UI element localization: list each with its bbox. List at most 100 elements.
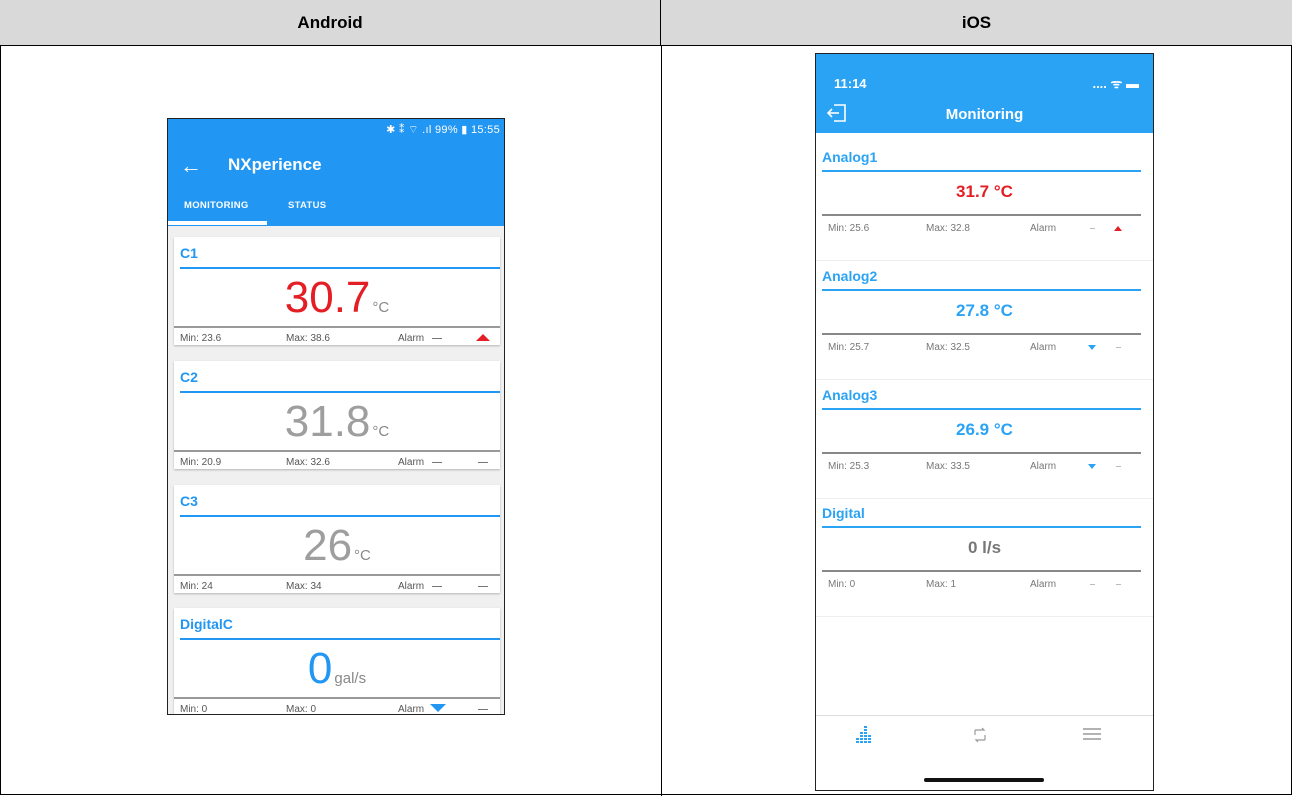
- min-label: Min: 25.3: [828, 461, 870, 472]
- alarm-high-indicator: [476, 581, 490, 592]
- alarm-high-indicator: [1112, 342, 1124, 353]
- dash-icon: [478, 708, 488, 710]
- app-title: NXperience: [228, 155, 322, 174]
- dash-icon: [432, 337, 442, 339]
- android-screenshot: ✱ ⁑ ⌔ .ıl 99% ▮ 15:55 ← NXperience MONIT…: [167, 118, 505, 715]
- arrow-left-icon[interactable]: ←: [180, 153, 202, 179]
- triangle-down-icon: [1088, 464, 1096, 469]
- min-label: Min: 0: [828, 579, 856, 590]
- channel-name: C2: [180, 369, 198, 385]
- dash-icon: [1089, 583, 1095, 585]
- name-underline: [180, 267, 500, 269]
- monitor-card: DigitalC 0 gal/s Min: 0 Max: 0 Alarm: [174, 608, 500, 715]
- min-label: Min: 25.6: [828, 223, 870, 234]
- reading-unit: °C: [354, 547, 371, 564]
- reading: 26 °C: [174, 521, 500, 571]
- reading-value: 30.7: [284, 273, 371, 322]
- monitor-card: C1 30.7 °C Min: 23.6 Max: 38.6 Alarm: [174, 237, 500, 345]
- max-label: Max: 32.5: [926, 342, 970, 353]
- alarm-high-indicator: [1112, 461, 1124, 472]
- home-indicator: [924, 778, 1044, 782]
- sync-icon[interactable]: [972, 726, 1002, 746]
- name-underline: [822, 170, 1141, 172]
- triangle-down-icon: [430, 704, 446, 712]
- monitor-section: Analog2 27.8 °C Min: 25.7 Max: 32.5 Alarm: [816, 261, 1153, 380]
- reading-unit: °C: [372, 299, 390, 316]
- name-underline: [180, 515, 500, 517]
- dash-icon: [432, 585, 442, 587]
- channel-name: C3: [180, 493, 198, 509]
- alarm-low-indicator: [1086, 342, 1098, 353]
- alarm-high-indicator: [476, 457, 490, 468]
- status-bar: ✱ ⁑ ⌔ .ıl 99% ▮ 15:55: [386, 124, 500, 136]
- max-label: Max: 34: [286, 581, 322, 592]
- alarm-low-indicator: [1086, 461, 1098, 472]
- name-underline: [180, 638, 500, 640]
- max-label: Max: 1: [926, 579, 957, 590]
- tab-bar-divider: [816, 715, 1153, 716]
- dash-icon: [1089, 227, 1095, 229]
- dash-icon: [1115, 583, 1121, 585]
- triangle-up-icon: [476, 334, 490, 341]
- reading-unit: gal/s: [334, 670, 367, 687]
- monitoring-chart-icon[interactable]: [856, 726, 886, 746]
- triangle-down-icon: [1088, 345, 1096, 350]
- reading: 31.8 °C: [174, 397, 500, 447]
- value-underline: [174, 697, 500, 699]
- alarm-label: Alarm: [398, 333, 425, 344]
- header-android: Android: [0, 0, 661, 46]
- dash-icon: [1115, 465, 1121, 467]
- monitor-section: Digital 0 l/s Min: 0 Max: 1 Alarm: [816, 498, 1153, 617]
- triangle-up-icon: [1114, 226, 1122, 231]
- nav-title: Monitoring: [945, 106, 1024, 123]
- min-label: Min: 0: [180, 704, 208, 715]
- alarm-low-indicator: [430, 457, 444, 468]
- reading-value: 0 l/s: [967, 538, 1002, 557]
- alarm-high-indicator: [1112, 579, 1124, 590]
- alarm-low-indicator: [430, 333, 444, 344]
- channel-name: Digital: [822, 505, 865, 521]
- alarm-low-indicator: [430, 704, 446, 714]
- alarm-low-indicator: [430, 581, 444, 592]
- dash-icon: [478, 461, 488, 463]
- monitor-card: C3 26 °C Min: 24 Max: 34 Alarm: [174, 485, 500, 593]
- menu-icon[interactable]: [1082, 726, 1112, 746]
- reading-unit: °C: [372, 423, 390, 440]
- value-underline: [822, 214, 1141, 216]
- alarm-label: Alarm: [1030, 579, 1057, 590]
- reading-value: 27.8 °C: [956, 301, 1013, 320]
- monitor-section: Analog3 26.9 °C Min: 25.3 Max: 33.5 Alarm: [816, 380, 1153, 499]
- channel-name: C1: [180, 245, 198, 261]
- reading-value: 26: [303, 521, 353, 570]
- alarm-high-indicator: [476, 333, 490, 344]
- status-time: 11:14: [834, 76, 867, 91]
- alarm-high-indicator: [1112, 223, 1124, 234]
- alarm-label: Alarm: [1030, 342, 1057, 353]
- dash-icon: [1115, 346, 1121, 348]
- tab-monitoring[interactable]: MONITORING: [184, 200, 249, 211]
- alarm-high-indicator: [476, 704, 490, 714]
- value-underline: [822, 570, 1141, 572]
- reading-value: 0: [307, 644, 333, 693]
- value-underline: [822, 333, 1141, 335]
- reading-value: 31.7 °C: [956, 182, 1013, 201]
- min-label: Min: 23.6: [180, 333, 222, 344]
- value-underline: [174, 326, 500, 328]
- monitor-section: Analog1 31.7 °C Min: 25.6 Max: 32.8 Alarm: [816, 142, 1153, 261]
- channel-name: DigitalC: [180, 616, 233, 632]
- value-underline: [174, 574, 500, 576]
- max-label: Max: 33.5: [926, 461, 970, 472]
- header-ios: iOS: [661, 0, 1292, 46]
- min-label: Min: 20.9: [180, 457, 222, 468]
- reading-value: 31.8: [284, 397, 371, 446]
- alarm-low-indicator: [1086, 223, 1098, 234]
- channel-name: Analog2: [822, 268, 878, 284]
- min-label: Min: 24: [180, 581, 213, 592]
- alarm-label: Alarm: [398, 581, 425, 592]
- tab-status[interactable]: STATUS: [288, 200, 326, 211]
- name-underline: [822, 526, 1141, 528]
- value-underline: [822, 452, 1141, 454]
- max-label: Max: 0: [286, 704, 317, 715]
- dash-icon: [432, 461, 442, 463]
- dash-icon: [478, 585, 488, 587]
